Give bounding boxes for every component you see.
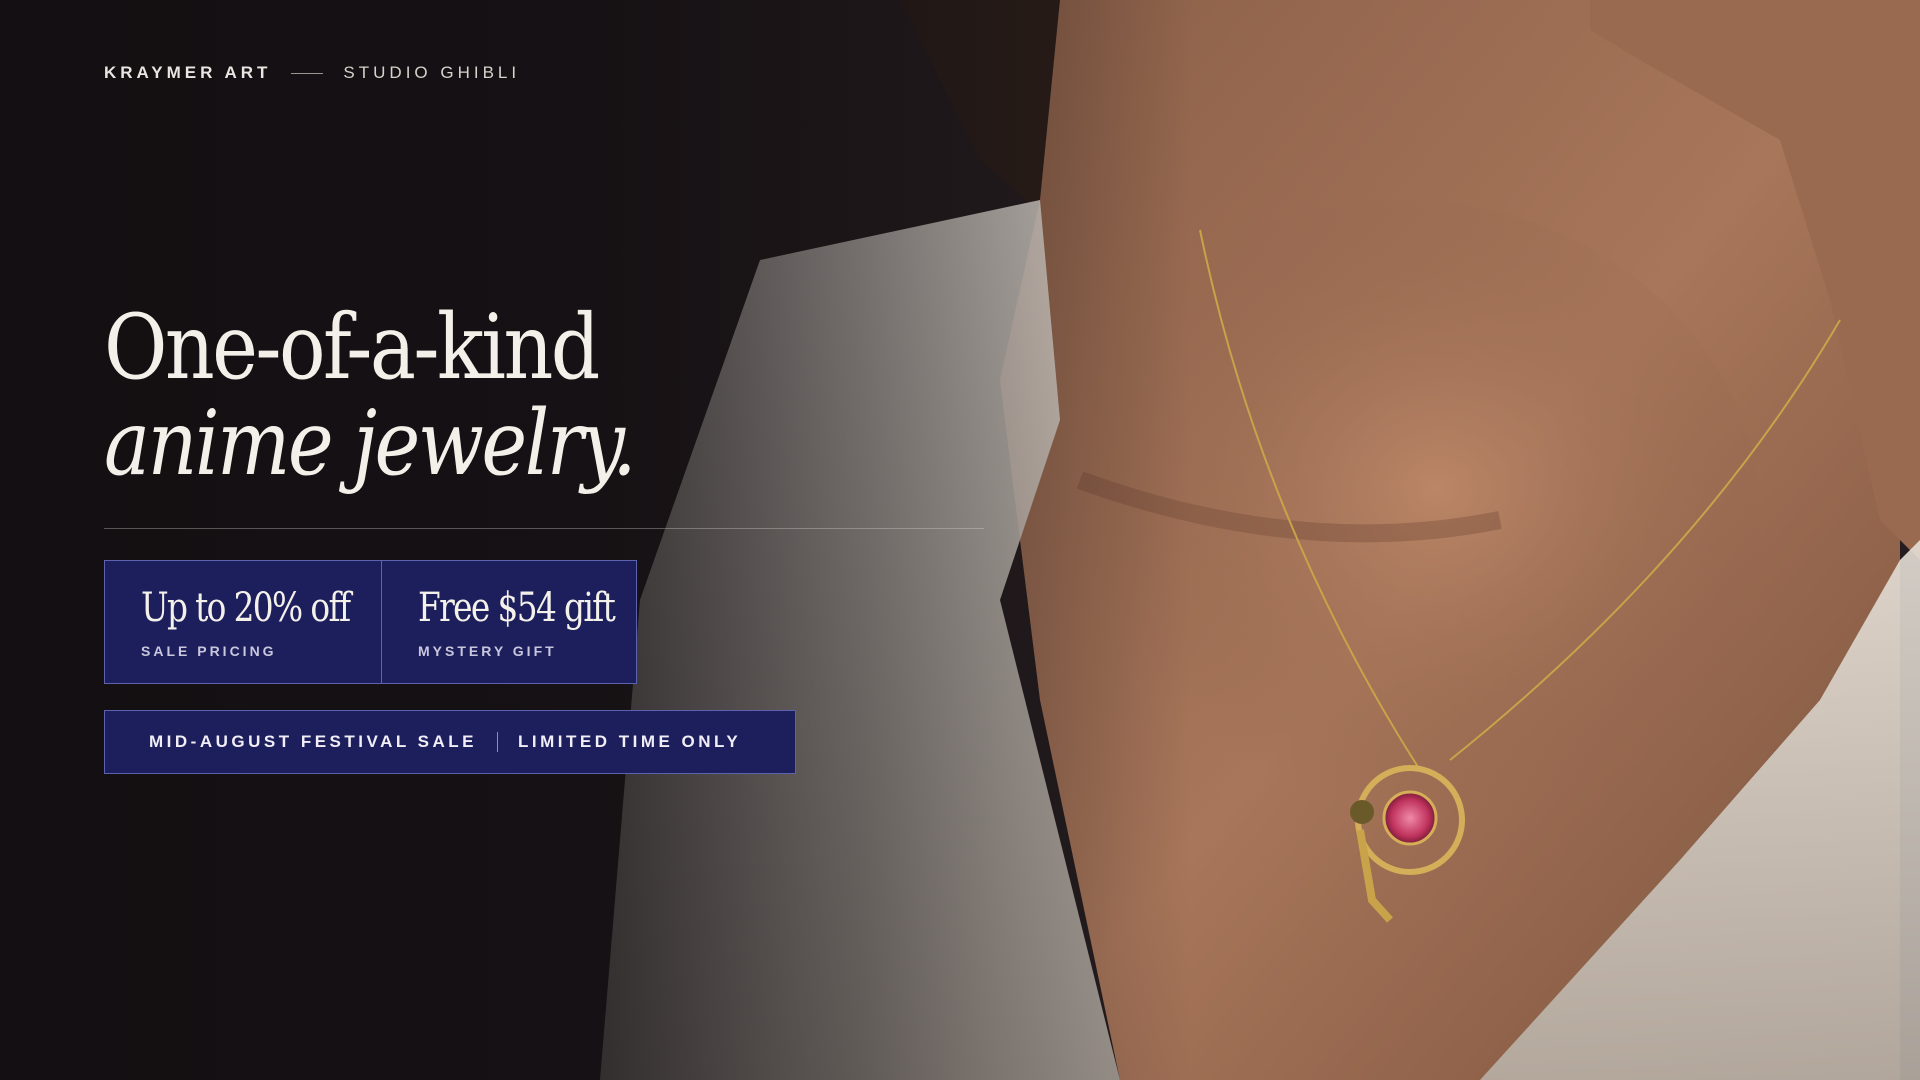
banner-limited-time: LIMITED TIME ONLY [518,732,742,751]
headline-line-1: One-of-a-kind [104,295,600,400]
offer-label: MYSTERY GIFT [418,643,557,659]
brand-divider [291,72,324,74]
offer-sale-pricing[interactable]: Up to 20% off SALE PRICING [105,561,381,683]
collection-name[interactable]: STUDIO GHIBLI [343,63,520,83]
offer-headline: Up to 20% off [141,585,351,631]
offer-mystery-gift[interactable]: Free $54 gift MYSTERY GIFT [381,561,636,683]
offer-headline: Free $54 gift [418,585,616,631]
brand-name[interactable]: KRAYMER ART [104,63,271,83]
sale-banner[interactable]: MID-AUGUST FESTIVAL SALE LIMITED TIME ON… [104,710,796,774]
hero-headline: One-of-a-kind anime jewelry. [104,300,720,492]
hero-photo [0,0,1920,1080]
banner-divider [497,732,498,752]
offer-label: SALE PRICING [141,643,277,659]
banner-sale-name: MID-AUGUST FESTIVAL SALE [149,732,477,751]
offers-panel: Up to 20% off SALE PRICING Free $54 gift… [104,560,637,684]
divider-line [104,528,984,529]
headline-line-2: anime jewelry. [104,391,637,496]
brand-header: KRAYMER ART STUDIO GHIBLI [104,63,520,83]
